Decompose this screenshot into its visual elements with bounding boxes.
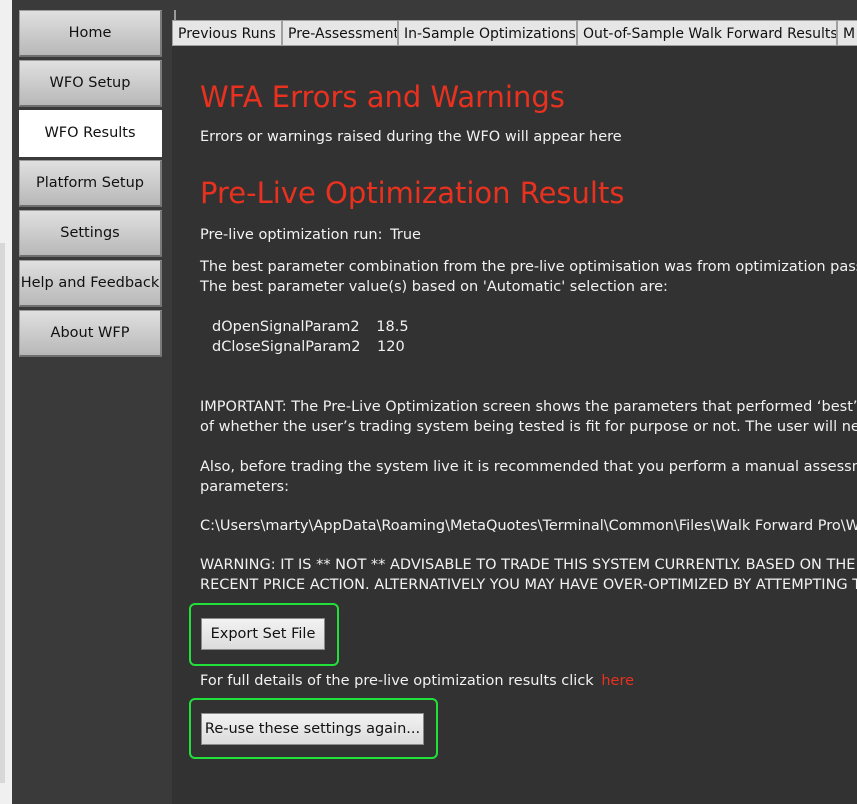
- full-details-label: For full details of the pre-live optimiz…: [200, 673, 594, 689]
- sidebar-item-label: Settings: [60, 225, 120, 241]
- sidebar-item-label: About WFP: [50, 325, 130, 341]
- sidebar-item-label: WFO Results: [44, 125, 136, 141]
- tab-more[interactable]: M: [837, 20, 857, 46]
- param-row: dOpenSignalParam2 18.5: [212, 319, 409, 335]
- important-note-line-1: IMPORTANT: The Pre-Live Optimization scr…: [200, 399, 857, 415]
- tab-out-of-sample-walk-forward-results[interactable]: Out-of-Sample Walk Forward Results: [577, 20, 837, 46]
- tab-previous-runs[interactable]: Previous Runs: [172, 20, 282, 46]
- export-set-file-button[interactable]: Export Set File: [201, 618, 325, 650]
- tab-pre-assessment[interactable]: Pre-Assessment: [282, 20, 398, 46]
- sidebar-list: Home WFO Setup WFO Results Platform Setu…: [19, 10, 162, 360]
- sidebar-item-wfo-results[interactable]: WFO Results: [19, 110, 162, 157]
- sidebar-item-label: Help and Feedback: [20, 275, 160, 291]
- sidebar: Home WFO Setup WFO Results Platform Setu…: [12, 0, 176, 804]
- sidebar-item-label: WFO Setup: [49, 75, 131, 91]
- errors-text: Errors or warnings raised during the WFO…: [200, 129, 622, 145]
- full-details-text: For full details of the pre-live optimiz…: [200, 673, 634, 689]
- window-left-strip: [0, 0, 12, 804]
- run-status: Pre-live optimization run: True: [200, 227, 421, 243]
- param-value: 120: [377, 339, 405, 355]
- assessment-note-line-1: Also, before trading the system live it …: [200, 459, 857, 475]
- sidebar-item-home[interactable]: Home: [19, 10, 162, 57]
- tab-bar: Previous Runs Pre-Assessment In-Sample O…: [170, 20, 857, 46]
- results-panel: WFA Errors and Warnings Errors or warnin…: [172, 46, 857, 804]
- reuse-settings-button[interactable]: Re-use these settings again...: [201, 713, 424, 745]
- tab-in-sample-optimizations[interactable]: In-Sample Optimizations: [398, 20, 577, 46]
- warning-line-1: WARNING: IT IS ** NOT ** ADVISABLE TO TR…: [200, 557, 857, 573]
- errors-heading: WFA Errors and Warnings: [200, 80, 565, 114]
- full-details-link[interactable]: here: [601, 673, 634, 689]
- sidebar-item-label: Home: [68, 25, 112, 41]
- param-value: 18.5: [376, 319, 409, 335]
- run-value: True: [390, 227, 421, 243]
- param-name: dCloseSignalParam2: [212, 339, 361, 355]
- param-name: dOpenSignalParam2: [212, 319, 360, 335]
- best-pass-text: The best parameter combination from the …: [200, 259, 857, 275]
- assessment-note-line-2: parameters:: [200, 479, 289, 495]
- best-params-text: The best parameter value(s) based on 'Au…: [200, 279, 668, 295]
- sidebar-item-settings[interactable]: Settings: [19, 210, 162, 257]
- sidebar-item-about-wfp[interactable]: About WFP: [19, 310, 162, 357]
- warning-line-2: RECENT PRICE ACTION. ALTERNATIVELY YOU M…: [200, 577, 857, 593]
- run-label: Pre-live optimization run:: [200, 227, 383, 243]
- results-heading: Pre-Live Optimization Results: [200, 176, 625, 210]
- sidebar-item-platform-setup[interactable]: Platform Setup: [19, 160, 162, 207]
- sidebar-item-wfo-setup[interactable]: WFO Setup: [19, 60, 162, 107]
- param-row: dCloseSignalParam2 120: [212, 339, 405, 355]
- important-note-line-2: of whether the user’s trading system bei…: [200, 419, 857, 435]
- sidebar-item-help-and-feedback[interactable]: Help and Feedback: [19, 260, 162, 307]
- sidebar-item-label: Platform Setup: [36, 175, 144, 191]
- window-left-notch: [0, 243, 5, 783]
- results-file-path: C:\Users\marty\AppData\Roaming\MetaQuote…: [200, 518, 857, 534]
